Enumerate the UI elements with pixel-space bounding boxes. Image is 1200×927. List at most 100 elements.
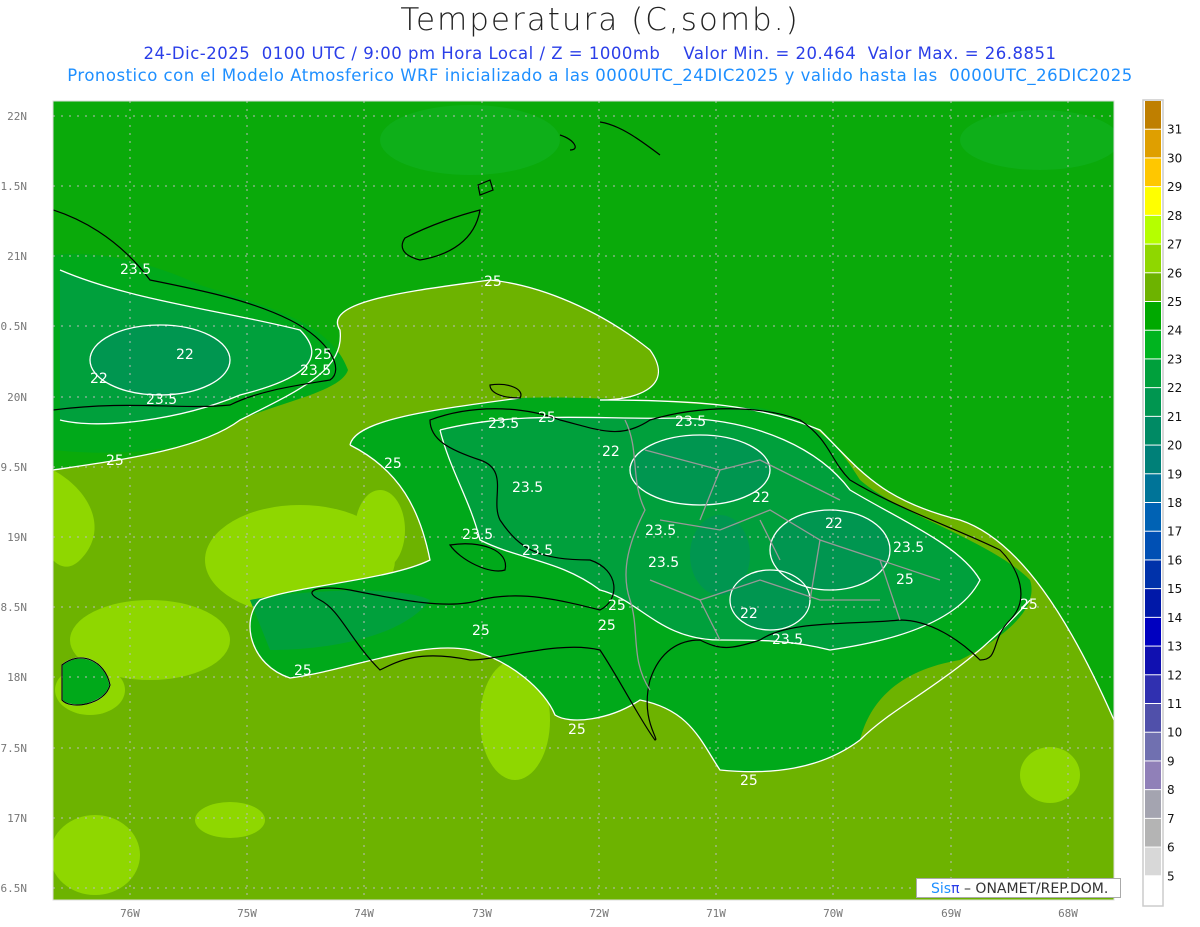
contour-label: 25 <box>568 722 586 738</box>
contour-label: 25 <box>598 618 616 634</box>
lon-label: 73W <box>472 907 492 920</box>
colorbar-swatch <box>1145 359 1161 388</box>
colorbar-swatch <box>1145 732 1161 761</box>
colorbar-swatch <box>1145 847 1161 876</box>
contour-label: 25 <box>538 410 556 426</box>
colorbar-label: 12 <box>1167 668 1182 682</box>
longitude-labels: 76W 75W 74W 73W 72W 71W 70W 69W 68W <box>120 907 1078 920</box>
colorbar-label: 19 <box>1167 467 1182 481</box>
colorbar-label: 27 <box>1167 238 1182 252</box>
map-field <box>53 101 1114 900</box>
colorbar-swatch <box>1145 646 1161 675</box>
lat-label: 0.5N <box>1 320 28 333</box>
colorbar-label: 29 <box>1167 180 1182 194</box>
credit-box: Sisπ – ONAMET/REP.DOM. <box>916 878 1121 898</box>
lon-label: 76W <box>120 907 140 920</box>
lat-label: 18N <box>7 671 27 684</box>
colorbar-label: 13 <box>1167 640 1182 654</box>
contour-label: 25 <box>472 623 490 639</box>
colorbar-label: 26 <box>1167 266 1182 280</box>
contour-label: 23.5 <box>522 543 553 559</box>
contour-label: 23.5 <box>146 392 177 408</box>
contour-label: 23.5 <box>675 414 706 430</box>
latitude-labels: 22N 1.5N 21N 0.5N 20N 9.5N 19N 8.5N 18N … <box>1 110 28 895</box>
colorbar-swatch <box>1145 617 1161 646</box>
colorbar-swatch <box>1145 818 1161 847</box>
colorbar-swatch <box>1145 101 1161 129</box>
colorbar-swatch <box>1145 761 1161 790</box>
colorbar-swatch <box>1145 330 1161 359</box>
colorbar-label: 31 <box>1167 123 1182 137</box>
colorbar-swatch <box>1145 388 1161 416</box>
colorbar-label: 16 <box>1167 553 1182 567</box>
colorbar-label: 14 <box>1167 611 1182 625</box>
credit-pi: π <box>951 881 960 897</box>
contour-label: 22 <box>90 371 108 387</box>
lon-label: 70W <box>823 907 843 920</box>
contour-label: 25 <box>484 274 502 290</box>
lon-label: 72W <box>589 907 609 920</box>
contour-label: 22 <box>176 347 194 363</box>
colorbar-label: 10 <box>1167 726 1182 740</box>
colorbar-label: 30 <box>1167 151 1182 165</box>
colorbar-swatch <box>1145 790 1161 818</box>
colorbar-label: 8 <box>1167 783 1175 797</box>
temperature-map: 23.5 22 22 23.5 25 23.5 25 25 23.5 25 23… <box>1 99 1182 920</box>
lat-label: 19N <box>7 531 27 544</box>
colorbar-swatch <box>1145 187 1161 215</box>
contour-label: 23.5 <box>648 555 679 571</box>
colorbar-label: 18 <box>1167 496 1182 510</box>
colorbar-label: 21 <box>1167 410 1182 424</box>
colorbar-swatch <box>1145 445 1161 474</box>
contour-label: 23.5 <box>512 480 543 496</box>
contour-label: 22 <box>602 444 620 460</box>
colorbar-label: 28 <box>1167 209 1182 223</box>
contour-label: 23.5 <box>488 416 519 432</box>
credit-text: – ONAMET/REP.DOM. <box>963 881 1109 897</box>
colorbar-swatch <box>1145 560 1161 589</box>
lon-label: 71W <box>706 907 726 920</box>
lat-label: 1.5N <box>1 180 28 193</box>
contour-label: 25 <box>608 598 626 614</box>
lat-label: 6.5N <box>1 882 28 895</box>
colorbar-label: 23 <box>1167 352 1182 366</box>
colorbar-label: 11 <box>1167 697 1182 711</box>
colorbar-swatch <box>1145 876 1161 904</box>
colorbar-label: 7 <box>1167 812 1175 826</box>
lat-label: 9.5N <box>1 461 28 474</box>
contour-label: 23.5 <box>120 262 151 278</box>
lat-label: 20N <box>7 391 27 404</box>
lat-label: 22N <box>7 110 27 123</box>
contour-label: 22 <box>825 516 843 532</box>
contour-label: 23.5 <box>893 540 924 556</box>
colorbar-label: 6 <box>1167 841 1175 855</box>
lat-label: 8.5N <box>1 601 28 614</box>
colorbar-swatch <box>1145 416 1161 445</box>
colorbar-swatch <box>1145 531 1161 560</box>
colorbar-label: 15 <box>1167 582 1182 596</box>
colorbar-swatch <box>1145 129 1161 158</box>
contour-label: 25 <box>314 347 332 363</box>
colorbar-swatch <box>1145 244 1161 273</box>
contour-label: 23.5 <box>462 527 493 543</box>
contour-label: 25 <box>294 663 312 679</box>
contour-label: 25 <box>106 453 124 469</box>
lon-label: 74W <box>354 907 374 920</box>
credit-sis: Sis <box>931 881 952 897</box>
lat-label: 7.5N <box>1 742 28 755</box>
lon-label: 68W <box>1058 907 1078 920</box>
lat-label: 21N <box>7 250 27 263</box>
colorbar-swatch <box>1145 273 1161 301</box>
colorbar-swatch <box>1145 215 1161 244</box>
colorbar-swatch <box>1145 589 1161 617</box>
contour-label: 23.5 <box>772 632 803 648</box>
contour-label: 25 <box>1020 597 1038 613</box>
contour-label: 22 <box>740 606 758 622</box>
colorbar-label: 24 <box>1167 324 1182 338</box>
colorbar-label: 5 <box>1167 869 1175 883</box>
lon-label: 75W <box>237 907 257 920</box>
contour-label: 23.5 <box>300 363 331 379</box>
colorbar-swatch <box>1145 675 1161 703</box>
colorbar: 31 30 29 28 27 26 25 24 23 22 21 20 19 18 17 16 15 14 13 12… <box>1142 99 1182 907</box>
colorbar-label: 22 <box>1167 381 1182 395</box>
